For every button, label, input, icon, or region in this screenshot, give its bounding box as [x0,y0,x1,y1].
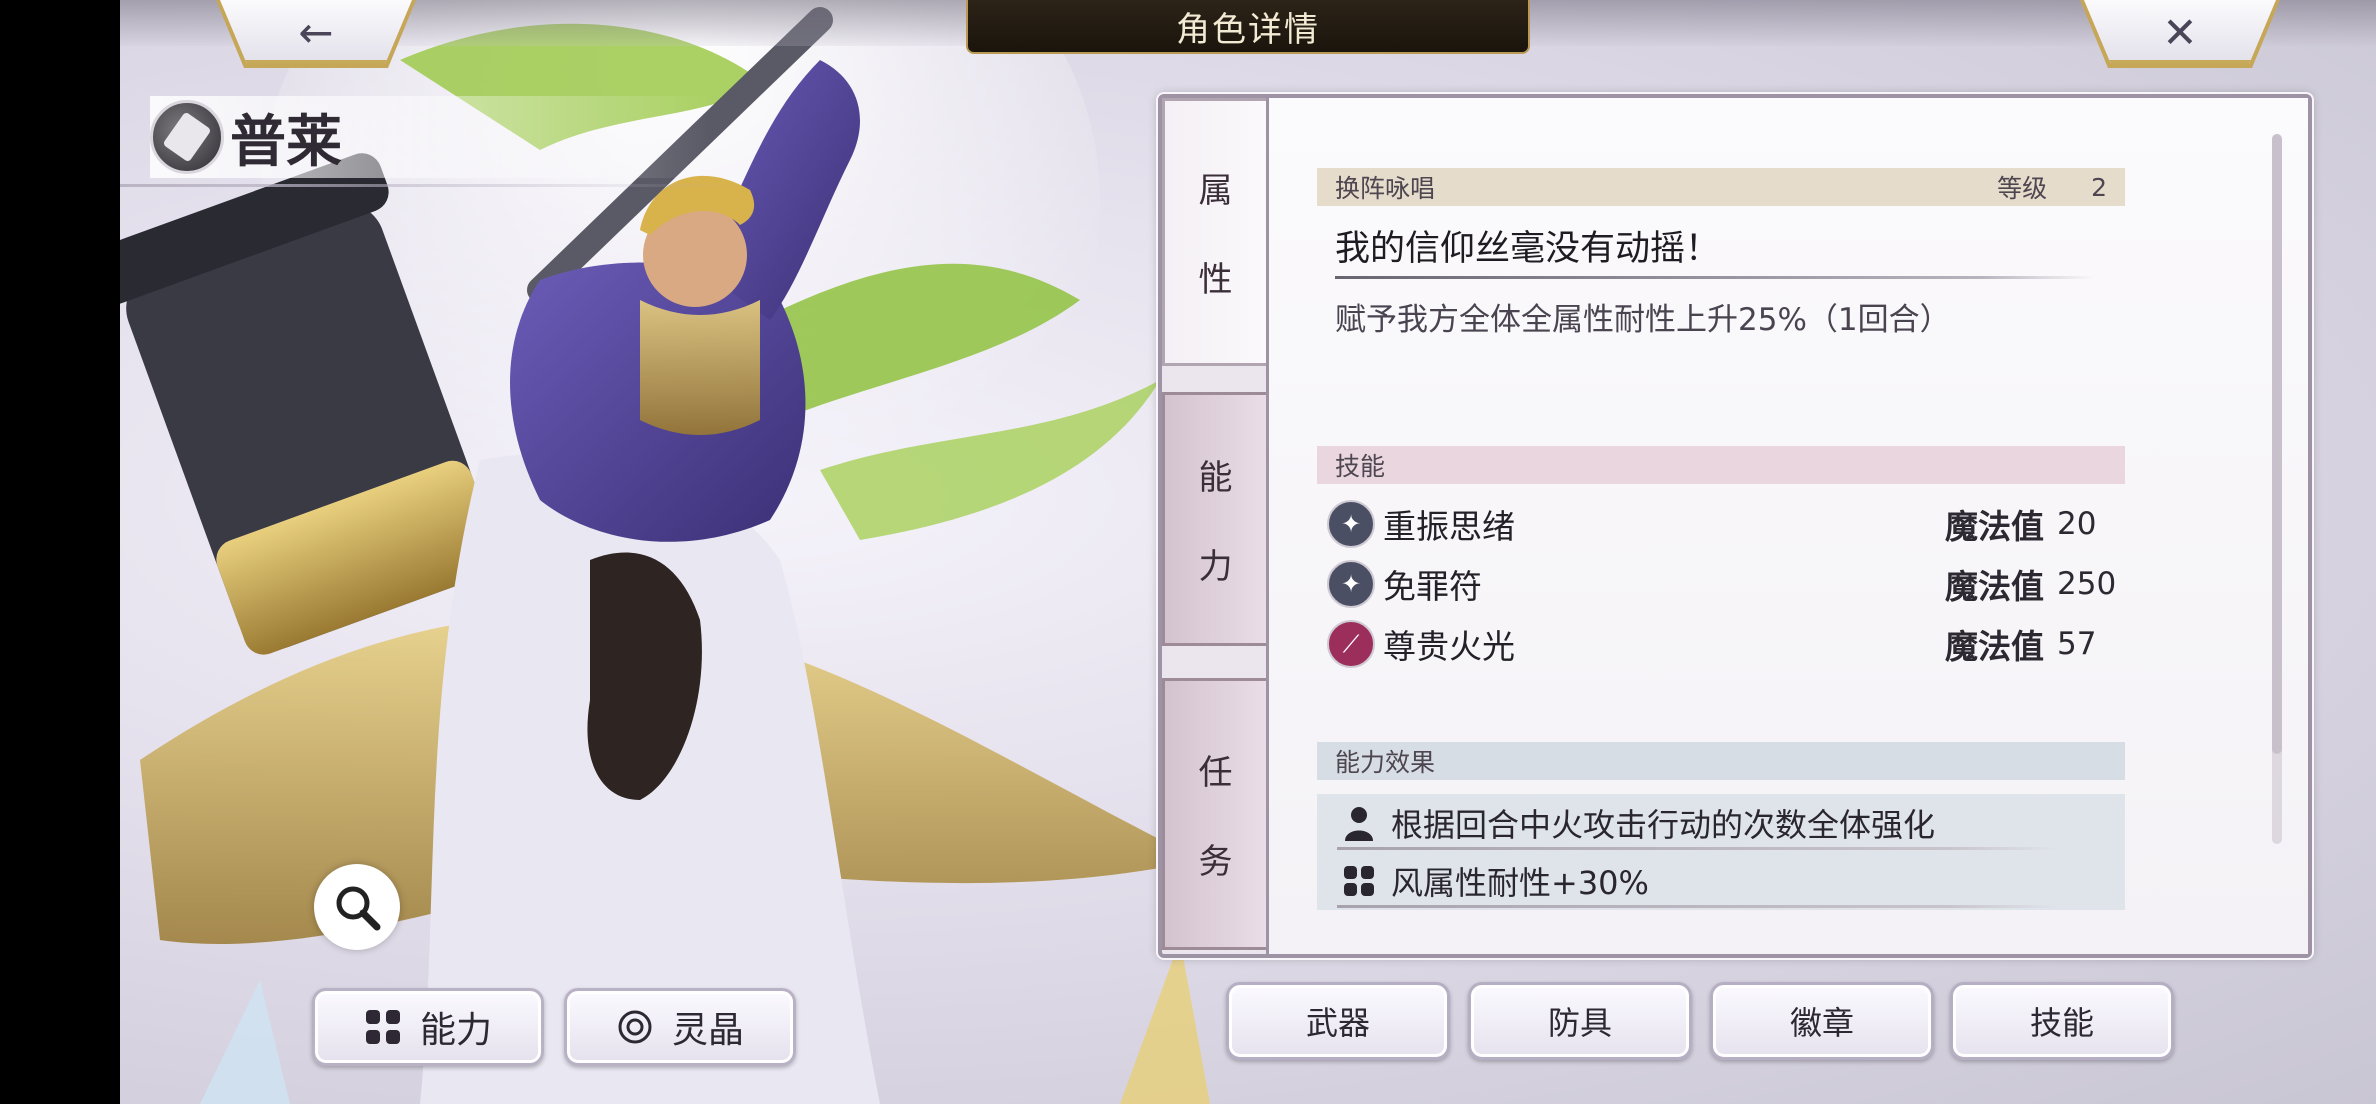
tab-ability-label-top: 能 [1198,458,1233,498]
tab-mission[interactable]: 任 务 [1162,678,1266,950]
skill-button-label: 技能 [2029,1004,2094,1042]
effect-divider [1337,905,2057,908]
scrollbar[interactable] [2272,134,2282,844]
page-title: 角色详情 [966,0,1530,54]
tab-ability-label-bottom: 力 [1198,547,1233,587]
game-screen: ← 角色详情 ✕ 普莱 能力 灵晶 属 性 能 力 任 务 换阵咏唱 等级 2 … [120,0,2376,1104]
effects-section-header: 能力效果 [1317,742,2125,780]
skill-row[interactable]: ⟋ 尊贵火光 魔法值 57 [1327,618,2117,670]
tab-mission-label-bottom: 务 [1198,842,1233,882]
chant-section-label: 换阵咏唱 [1335,174,1436,203]
armor-button[interactable]: 防具 [1468,982,1692,1060]
close-icon: ✕ [2162,7,2198,57]
mp-label: 魔法值 [1945,507,2044,546]
skill-name: 尊贵火光 [1383,627,1515,666]
skill-name: 重振思绪 [1383,507,1515,546]
panel-content: 换阵咏唱 等级 2 我的信仰丝毫没有动摇！ 赋予我方全体全属性耐性上升25%（1… [1266,98,2308,954]
level-value: 2 [2091,172,2107,202]
panel-tabs: 属 性 能 力 任 务 [1162,98,1266,954]
effect-row: 根据回合中火攻击行动的次数全体强化 [1317,794,2125,852]
effect-text: 风属性耐性+30% [1391,864,1649,902]
chant-skill-description: 赋予我方全体全属性耐性上升25%（1回合） [1335,302,1951,338]
mp-label: 魔法值 [1945,567,2044,606]
name-divider [120,184,740,187]
detail-panel: 属 性 能 力 任 务 换阵咏唱 等级 2 我的信仰丝毫没有动摇！ 赋予我方全体… [1158,94,2312,958]
close-button[interactable]: ✕ [2084,0,2276,64]
skill-row[interactable]: ✦ 重振思绪 魔法值 20 [1327,498,2117,550]
page-title-text: 角色详情 [1176,9,1320,50]
level-label: 等级 [1997,174,2048,203]
skill-row[interactable]: ✦ 免罪符 魔法值 250 [1327,558,2117,610]
tab-attributes[interactable]: 属 性 [1162,98,1266,366]
tab-mission-label-top: 任 [1198,753,1233,793]
crystal-icon [618,1010,652,1044]
ability-button-label: 能力 [419,1010,492,1051]
magnifier-icon [336,886,381,931]
hammer-icon [150,100,224,174]
badge-button-label: 徽章 [1789,1004,1854,1042]
mp-value: 250 [2057,566,2117,602]
grid-icon [1341,863,1377,899]
skills-section-label: 技能 [1335,452,1386,481]
skill-button[interactable]: 技能 [1950,982,2174,1060]
back-arrow-icon: ← [298,7,334,57]
character-name-plate: 普莱 [150,96,710,178]
tab-attributes-label-bottom: 性 [1198,260,1233,300]
mp-label: 魔法值 [1945,627,2044,666]
tab-ability[interactable]: 能 力 [1162,392,1266,646]
ability-button[interactable]: 能力 [312,988,544,1066]
back-button[interactable]: ← [220,0,412,64]
badge-button[interactable]: 徽章 [1710,982,1934,1060]
effect-divider [1337,847,2057,850]
grid-icon [365,1010,400,1044]
chant-divider [1335,276,2095,279]
skill-name: 免罪符 [1383,567,1482,606]
chant-section-header: 换阵咏唱 等级 2 [1317,168,2125,206]
crystal-button[interactable]: 灵晶 [564,988,796,1066]
support-star-icon: ✦ [1327,560,1375,608]
chant-skill-title: 我的信仰丝毫没有动摇！ [1335,229,1721,269]
weapon-button[interactable]: 武器 [1226,982,1450,1060]
tab-attributes-label-top: 属 [1198,171,1233,211]
scrollbar-thumb[interactable] [2272,134,2282,754]
fire-slash-icon: ⟋ [1327,620,1375,668]
skills-section-header: 技能 [1317,446,2125,484]
weapon-button-label: 武器 [1305,1004,1370,1042]
effects-section-label: 能力效果 [1335,748,1436,777]
crystal-button-label: 灵晶 [671,1010,744,1051]
person-icon [1341,805,1377,841]
effect-row: 风属性耐性+30% [1317,852,2125,910]
zoom-button[interactable] [314,864,400,950]
armor-button-label: 防具 [1547,1004,1612,1042]
mp-value: 20 [2057,506,2097,542]
mp-value: 57 [2057,626,2097,662]
support-star-icon: ✦ [1327,500,1375,548]
character-name: 普莱 [230,109,342,175]
effect-text: 根据回合中火攻击行动的次数全体强化 [1391,806,1936,844]
